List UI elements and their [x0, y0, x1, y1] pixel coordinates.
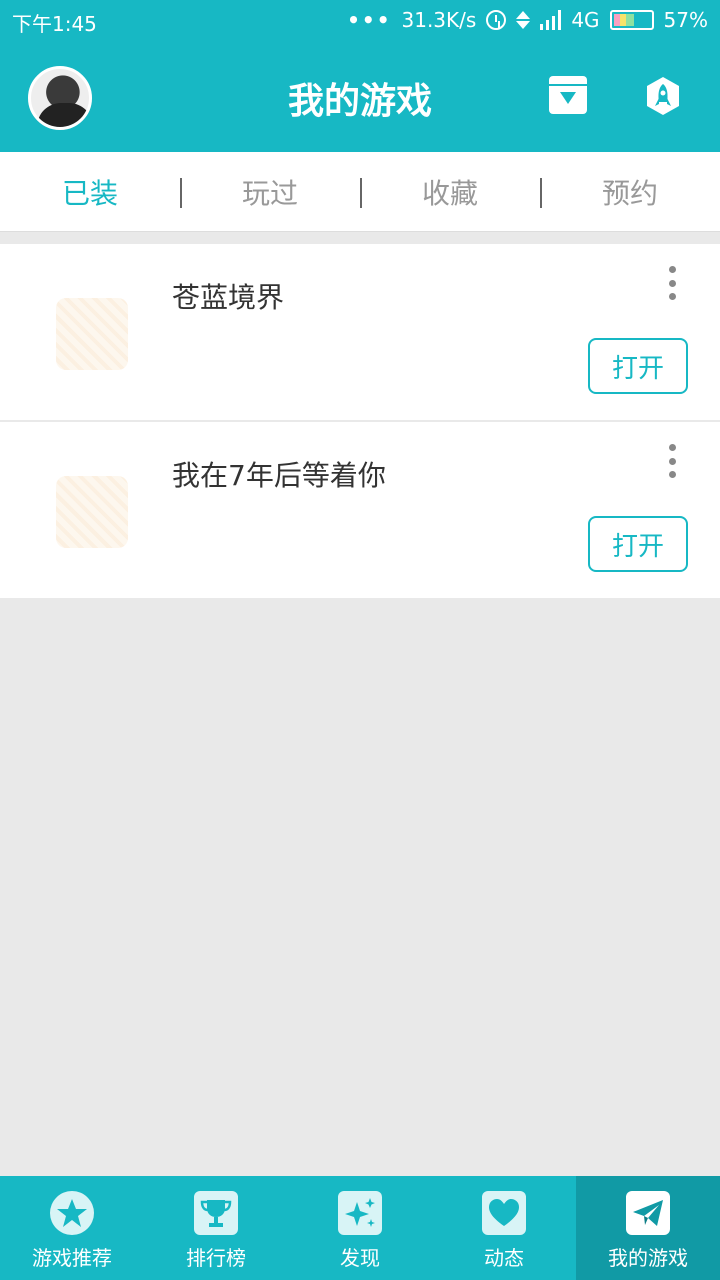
network-speed: 31.3K/s — [401, 8, 477, 32]
rocket-icon[interactable] — [643, 76, 681, 115]
nav-activity[interactable]: 动态 — [432, 1176, 576, 1280]
nav-label: 排行榜 — [186, 1246, 246, 1270]
game-thumbnail — [56, 476, 128, 548]
top-bar: 下午1:45 ••• 31.3K/s 4G 57% 我的游戏 — [0, 0, 720, 152]
tab-favorites[interactable]: 收藏 — [360, 152, 540, 231]
bottom-nav: 游戏推荐 排行榜 发现 动态 我的游戏 — [0, 1176, 720, 1280]
network-type: 4G — [571, 8, 600, 32]
signal-icon — [540, 10, 562, 30]
sparkle-icon — [337, 1190, 383, 1236]
nav-game-recommend[interactable]: 游戏推荐 — [0, 1176, 144, 1280]
nav-label: 游戏推荐 — [32, 1246, 112, 1270]
more-options-icon[interactable] — [662, 444, 682, 478]
trophy-icon — [193, 1190, 239, 1236]
list-item[interactable]: 苍蓝境界 打开 — [0, 244, 720, 422]
status-time: 下午1:45 — [12, 12, 97, 36]
status-right: ••• 31.3K/s 4G 57% — [347, 8, 708, 32]
nav-my-games[interactable]: 我的游戏 — [576, 1176, 720, 1280]
nav-label: 我的游戏 — [608, 1246, 688, 1270]
open-button[interactable]: 打开 — [588, 516, 688, 572]
tab-played[interactable]: 玩过 — [180, 152, 360, 231]
nav-label: 发现 — [340, 1246, 380, 1270]
game-name: 我在7年后等着你 — [172, 459, 386, 492]
nav-discover[interactable]: 发现 — [288, 1176, 432, 1280]
tab-reserved[interactable]: 预约 — [540, 152, 720, 231]
nav-label: 动态 — [484, 1246, 524, 1270]
heart-icon — [481, 1190, 527, 1236]
list-item[interactable]: 我在7年后等着你 打开 — [0, 422, 720, 600]
game-thumbnail — [56, 298, 128, 370]
status-dots: ••• — [347, 8, 392, 32]
game-tabs: 已装 玩过 收藏 预约 — [0, 152, 720, 232]
nav-ranking[interactable]: 排行榜 — [144, 1176, 288, 1280]
paper-plane-icon — [625, 1190, 671, 1236]
battery-percent: 57% — [663, 8, 708, 32]
game-name: 苍蓝境界 — [172, 281, 285, 314]
more-options-icon[interactable] — [662, 266, 682, 300]
game-list: 苍蓝境界 打开 我在7年后等着你 打开 — [0, 244, 720, 600]
tab-installed[interactable]: 已装 — [0, 152, 180, 231]
open-button[interactable]: 打开 — [588, 338, 688, 394]
data-transfer-icon — [516, 11, 531, 29]
battery-icon — [609, 10, 654, 30]
alarm-clock-icon — [486, 10, 507, 30]
star-icon — [49, 1190, 95, 1236]
status-bar: 下午1:45 ••• 31.3K/s 4G 57% — [0, 0, 720, 40]
page-title: 我的游戏 — [287, 81, 432, 122]
download-icon[interactable] — [549, 76, 587, 114]
